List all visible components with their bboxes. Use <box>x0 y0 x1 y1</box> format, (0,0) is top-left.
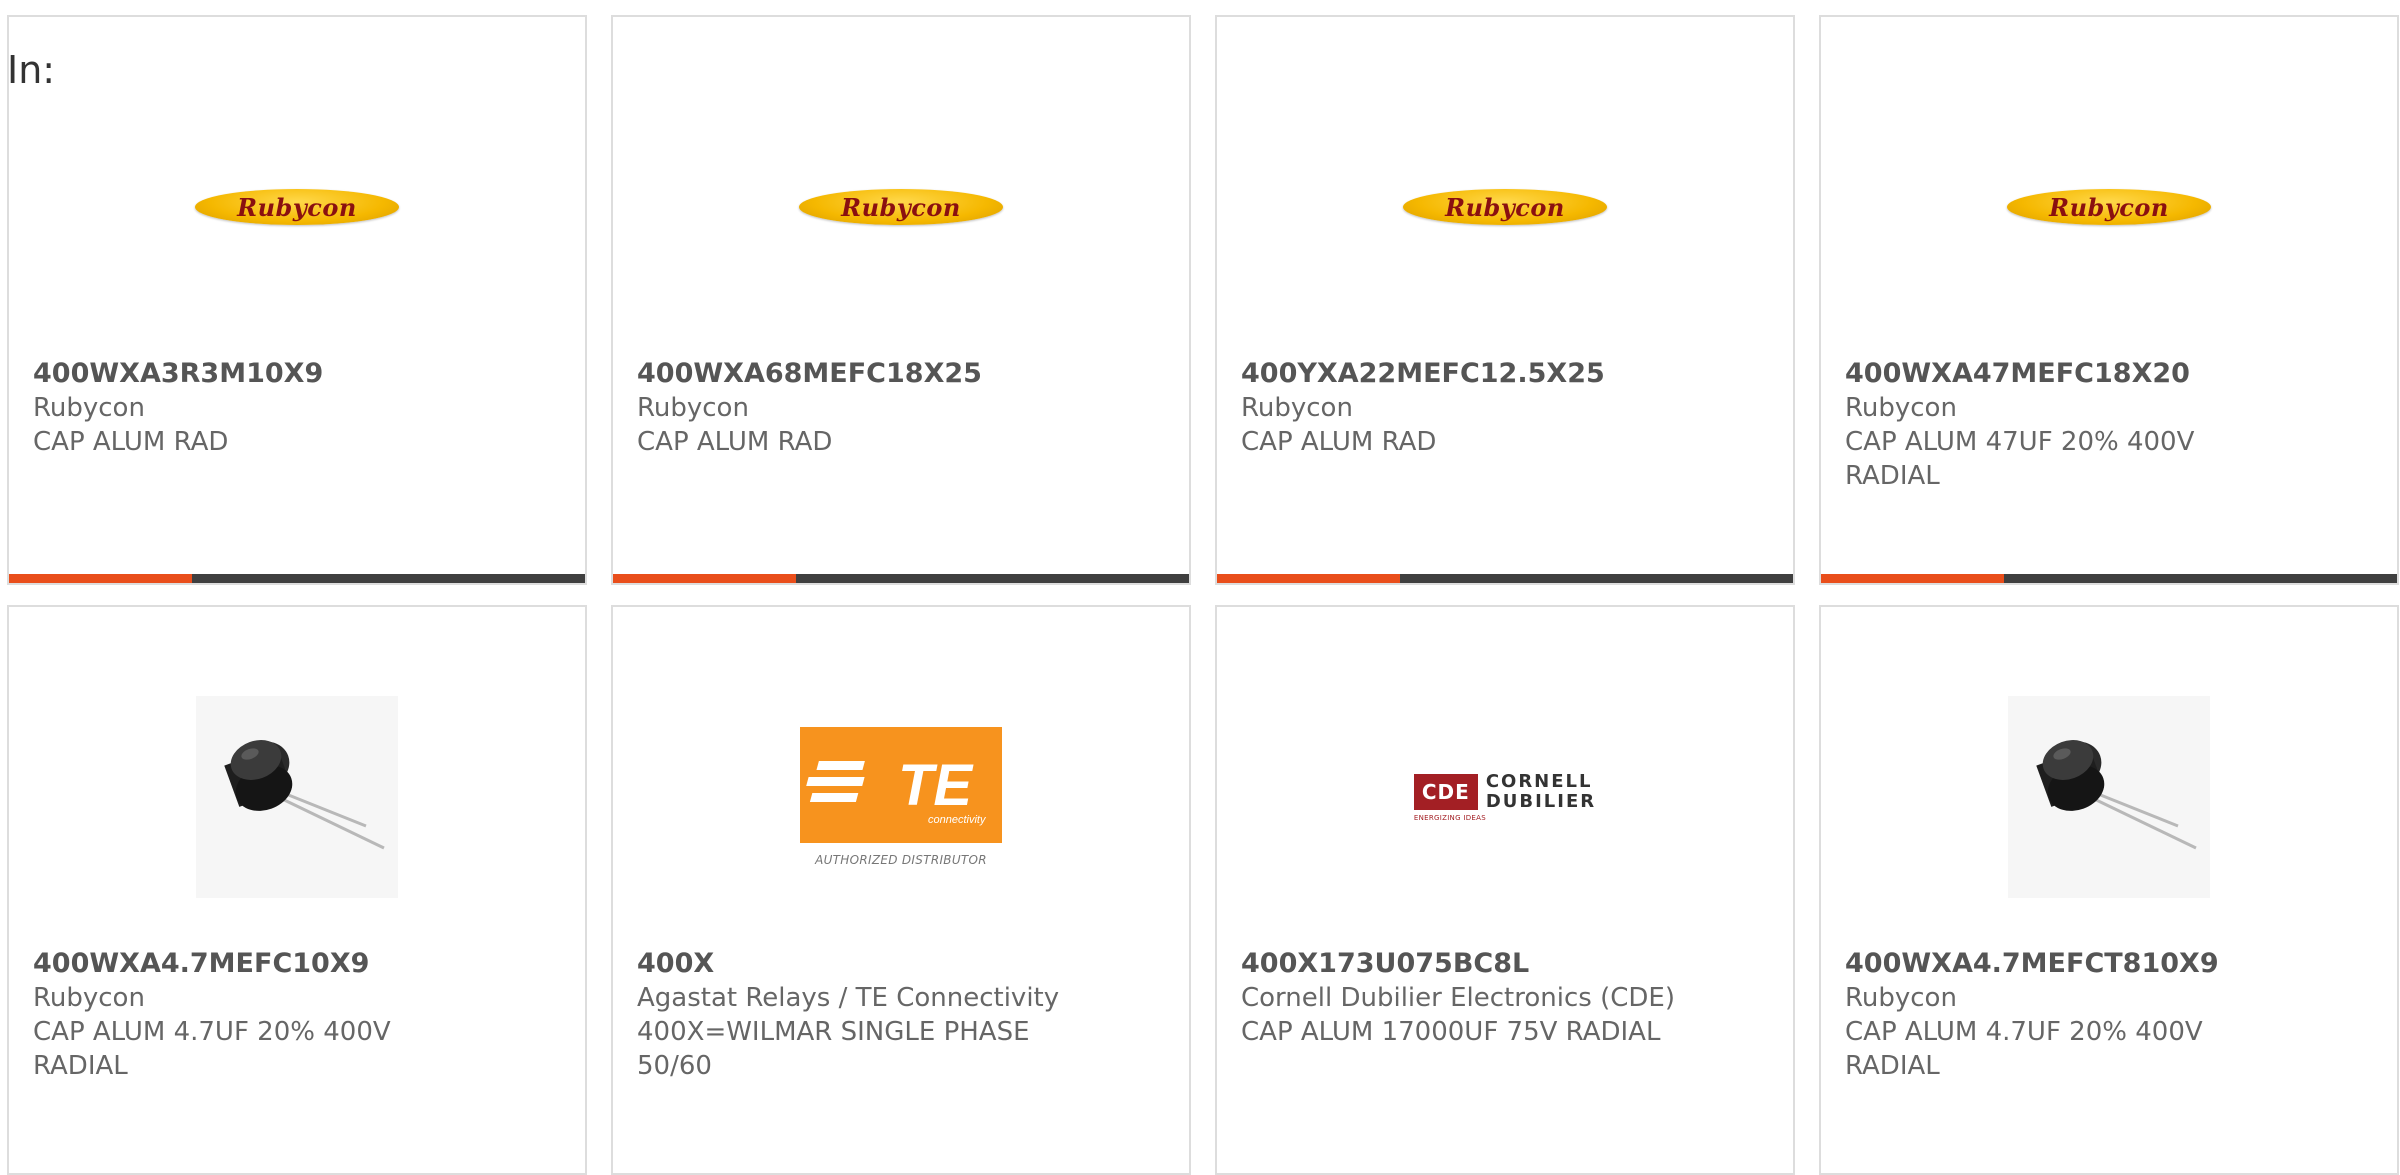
product-card[interactable]: CDE CORNELL DUBILIER ENERGIZING IDEAS 40… <box>1215 605 1795 1175</box>
cde-logo-line2: DUBILIER <box>1485 791 1597 812</box>
part-number[interactable]: 400WXA4.7MEFCT810X9 <box>1845 947 2373 981</box>
te-connectivity-logo: TE connectivity AUTHORIZED DISTRIBUTOR <box>800 727 1002 867</box>
card-progress-accent <box>1821 574 2004 583</box>
product-card[interactable]: 400WXA4.7MEFC10X9 Rubycon CAP ALUM 4.7UF… <box>7 605 587 1175</box>
description: 400X=WILMAR SINGLE PHASE 50/60 <box>637 1017 1030 1081</box>
product-image: Rubycon <box>1821 107 2397 307</box>
description: CAP ALUM 17000UF 75V RADIAL <box>1241 1017 1661 1047</box>
card-progress-bar <box>613 574 1189 583</box>
manufacturer: Rubycon <box>1845 393 1957 423</box>
manufacturer: Agastat Relays / TE Connectivity <box>637 983 1060 1013</box>
product-card[interactable]: Rubycon 400YXA22MEFC12.5X25 Rubycon CAP … <box>1215 15 1795 585</box>
product-card[interactable]: TE connectivity AUTHORIZED DISTRIBUTOR 4… <box>611 605 1191 1175</box>
product-image: Rubycon <box>1217 107 1793 307</box>
part-number[interactable]: 400WXA4.7MEFC10X9 <box>33 947 561 981</box>
manufacturer: Rubycon <box>637 393 749 423</box>
capacitor-photo <box>196 696 398 898</box>
card-progress-accent <box>613 574 796 583</box>
manufacturer: Cornell Dubilier Electronics (CDE) <box>1241 983 1675 1013</box>
product-image: CDE CORNELL DUBILIER ENERGIZING IDEAS <box>1217 697 1793 897</box>
part-number[interactable]: 400X <box>637 947 1165 981</box>
rubycon-logo-text: Rubycon <box>2049 192 2169 222</box>
product-card[interactable]: Rubycon 400WXA3R3M10X9 Rubycon CAP ALUM … <box>7 15 587 585</box>
manufacturer: Rubycon <box>33 393 145 423</box>
te-logo-subtext: connectivity <box>928 814 987 826</box>
cde-logo: CDE CORNELL DUBILIER ENERGIZING IDEAS <box>1413 771 1597 822</box>
card-progress-accent <box>1217 574 1400 583</box>
rubycon-logo-text: Rubycon <box>841 192 961 222</box>
product-card[interactable]: Rubycon 400WXA68MEFC18X25 Rubycon CAP AL… <box>611 15 1191 585</box>
rubycon-logo: Rubycon <box>1403 189 1607 225</box>
rubycon-logo: Rubycon <box>799 189 1003 225</box>
description: CAP ALUM 4.7UF 20% 400V RADIAL <box>33 1017 391 1081</box>
manufacturer: Rubycon <box>1241 393 1353 423</box>
description: CAP ALUM RAD <box>637 427 833 457</box>
description: CAP ALUM RAD <box>33 427 229 457</box>
product-image <box>1821 696 2397 898</box>
capacitor-photo <box>2008 696 2210 898</box>
manufacturer: Rubycon <box>33 983 145 1013</box>
part-number[interactable]: 400WXA68MEFC18X25 <box>637 357 1165 391</box>
cde-logo-tagline: ENERGIZING IDEAS <box>1413 814 1486 822</box>
product-image: TE connectivity AUTHORIZED DISTRIBUTOR <box>613 697 1189 897</box>
description: CAP ALUM RAD <box>1241 427 1437 457</box>
card-progress-accent <box>9 574 192 583</box>
rubycon-logo: Rubycon <box>2007 189 2211 225</box>
card-progress-bar <box>9 574 585 583</box>
rubycon-logo-text: Rubycon <box>1445 192 1565 222</box>
te-authorized-caption: AUTHORIZED DISTRIBUTOR <box>815 853 987 867</box>
part-number[interactable]: 400WXA3R3M10X9 <box>33 357 561 391</box>
product-card[interactable]: Rubycon 400WXA47MEFC18X20 Rubycon CAP AL… <box>1819 15 2399 585</box>
rubycon-logo: Rubycon <box>195 189 399 225</box>
part-number[interactable]: 400X173U075BC8L <box>1241 947 1769 981</box>
te-logo-text: TE <box>898 753 974 818</box>
product-image <box>9 696 585 898</box>
product-image: Rubycon <box>9 107 585 307</box>
description: CAP ALUM 47UF 20% 400V RADIAL <box>1845 427 2195 491</box>
cde-logo-box: CDE <box>1413 774 1478 810</box>
prefix-label: In: <box>7 48 56 92</box>
rubycon-logo-text: Rubycon <box>237 192 357 222</box>
te-logo-mark: TE connectivity <box>800 727 1002 843</box>
description: CAP ALUM 4.7UF 20% 400V RADIAL <box>1845 1017 2203 1081</box>
cde-logo-line1: CORNELL <box>1485 771 1593 792</box>
product-grid: Rubycon 400WXA3R3M10X9 Rubycon CAP ALUM … <box>7 15 2399 1175</box>
product-card[interactable]: 400WXA4.7MEFCT810X9 Rubycon CAP ALUM 4.7… <box>1819 605 2399 1175</box>
product-image: Rubycon <box>613 107 1189 307</box>
manufacturer: Rubycon <box>1845 983 1957 1013</box>
card-progress-bar <box>1821 574 2397 583</box>
part-number[interactable]: 400YXA22MEFC12.5X25 <box>1241 357 1769 391</box>
part-number[interactable]: 400WXA47MEFC18X20 <box>1845 357 2373 391</box>
card-progress-bar <box>1217 574 1793 583</box>
